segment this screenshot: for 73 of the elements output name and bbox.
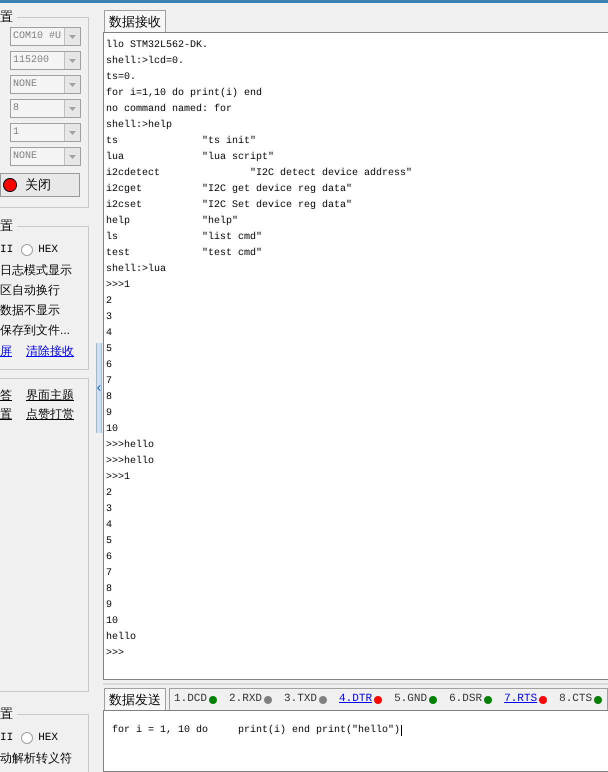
signal-label: 2.RXD xyxy=(229,692,262,708)
send-text-field[interactable]: for i = 1, 10 do print(i) end print("hello") xyxy=(103,710,608,772)
output-line: 4 xyxy=(106,519,114,533)
output-line: shell:>lua xyxy=(106,262,168,277)
radio-option[interactable]: HEX xyxy=(21,242,58,258)
link[interactable]: 界面主题 xyxy=(26,386,74,404)
radio-label: II xyxy=(0,242,14,258)
led-icon xyxy=(3,178,17,192)
radio-label: II xyxy=(0,730,14,746)
signal-label: 5.GND xyxy=(394,692,428,708)
option-label: 保存到文件... xyxy=(0,322,72,339)
signal-label: 3.TXD xyxy=(284,692,318,708)
output-line: >>>1 xyxy=(106,279,132,293)
output-line: 7 xyxy=(106,375,114,389)
output-line: 10 xyxy=(106,615,120,629)
link[interactable]: 点赞打赏 xyxy=(26,404,74,422)
signal-label: 6.DSR xyxy=(449,692,482,708)
output-line: 3 xyxy=(106,503,114,517)
output-line: 6 xyxy=(106,551,114,565)
output-line: no command named: for xyxy=(106,102,234,117)
output-line: i2cset "I2C Set device reg data" xyxy=(106,198,354,213)
output-line: 7 xyxy=(106,567,114,581)
output-line: 2 xyxy=(106,487,114,501)
signal-link[interactable]: 7.RTS xyxy=(504,691,538,708)
link[interactable]: 答 xyxy=(0,386,12,404)
output-line: 4 xyxy=(106,327,114,341)
output-line: shell:>lcd=0. xyxy=(106,54,186,69)
output-line: >>> xyxy=(106,647,126,661)
splitter-handle[interactable] xyxy=(96,342,102,432)
tab[interactable]: 数据发送 xyxy=(104,688,166,710)
output-line: shell:>help xyxy=(106,118,174,133)
radio-option[interactable]: HEX xyxy=(21,730,58,746)
option-label: 动解析转义符 xyxy=(0,750,73,767)
output-line: 9 xyxy=(106,407,114,421)
close-port-button[interactable]: 关闭 xyxy=(0,173,80,197)
signal-label: 1.DCD xyxy=(174,692,208,708)
output-line: >>>hello xyxy=(106,454,156,469)
output-line: 8 xyxy=(106,583,114,597)
output-line: 2 xyxy=(106,295,114,309)
output-line: i2cdetect "I2C detect device address" xyxy=(106,166,414,181)
output-line: ts "ts init" xyxy=(106,134,258,149)
signal-link[interactable]: 4.DTR xyxy=(339,691,372,708)
link[interactable]: 清除接收 xyxy=(26,342,74,360)
output-line: lua "lua script" xyxy=(106,150,276,165)
output-line: >>>hello xyxy=(106,438,156,453)
output-line: 3 xyxy=(106,311,114,325)
option-label: 区自动换行 xyxy=(0,282,61,299)
output-line: test "test cmd" xyxy=(106,246,264,261)
output-line: llo STM32L562-DK. xyxy=(106,38,210,53)
output-line: ls "list cmd" xyxy=(106,230,264,245)
output-line: i2cget "I2C get device reg data" xyxy=(106,182,354,197)
output-line: help "help" xyxy=(106,214,240,229)
group-title: 置 xyxy=(0,706,17,722)
output-line: 5 xyxy=(106,343,114,357)
tab[interactable]: 数据接收 xyxy=(104,10,166,32)
radio-button[interactable] xyxy=(21,732,34,744)
output-line: >>>1 xyxy=(106,471,132,485)
link[interactable]: 屏 xyxy=(0,342,12,360)
option-label: 数据不显示 xyxy=(0,302,61,319)
option-label: 日志模式显示 xyxy=(0,262,73,279)
signal-label: 8.CTS xyxy=(559,692,592,708)
output-line: hello xyxy=(106,630,138,645)
output-line: 6 xyxy=(106,359,114,373)
output-line: ts=0. xyxy=(106,71,138,85)
link[interactable]: 置 xyxy=(0,404,12,422)
output-line: 5 xyxy=(106,535,114,549)
group-title: 置 xyxy=(0,9,17,25)
output-line: 10 xyxy=(106,423,120,437)
output-line: 8 xyxy=(106,391,114,405)
output-line: 9 xyxy=(106,599,114,613)
radio-button[interactable] xyxy=(21,244,34,256)
output-line: for i=1,10 do print(i) end xyxy=(106,86,264,101)
group-title: 置 xyxy=(0,218,17,234)
